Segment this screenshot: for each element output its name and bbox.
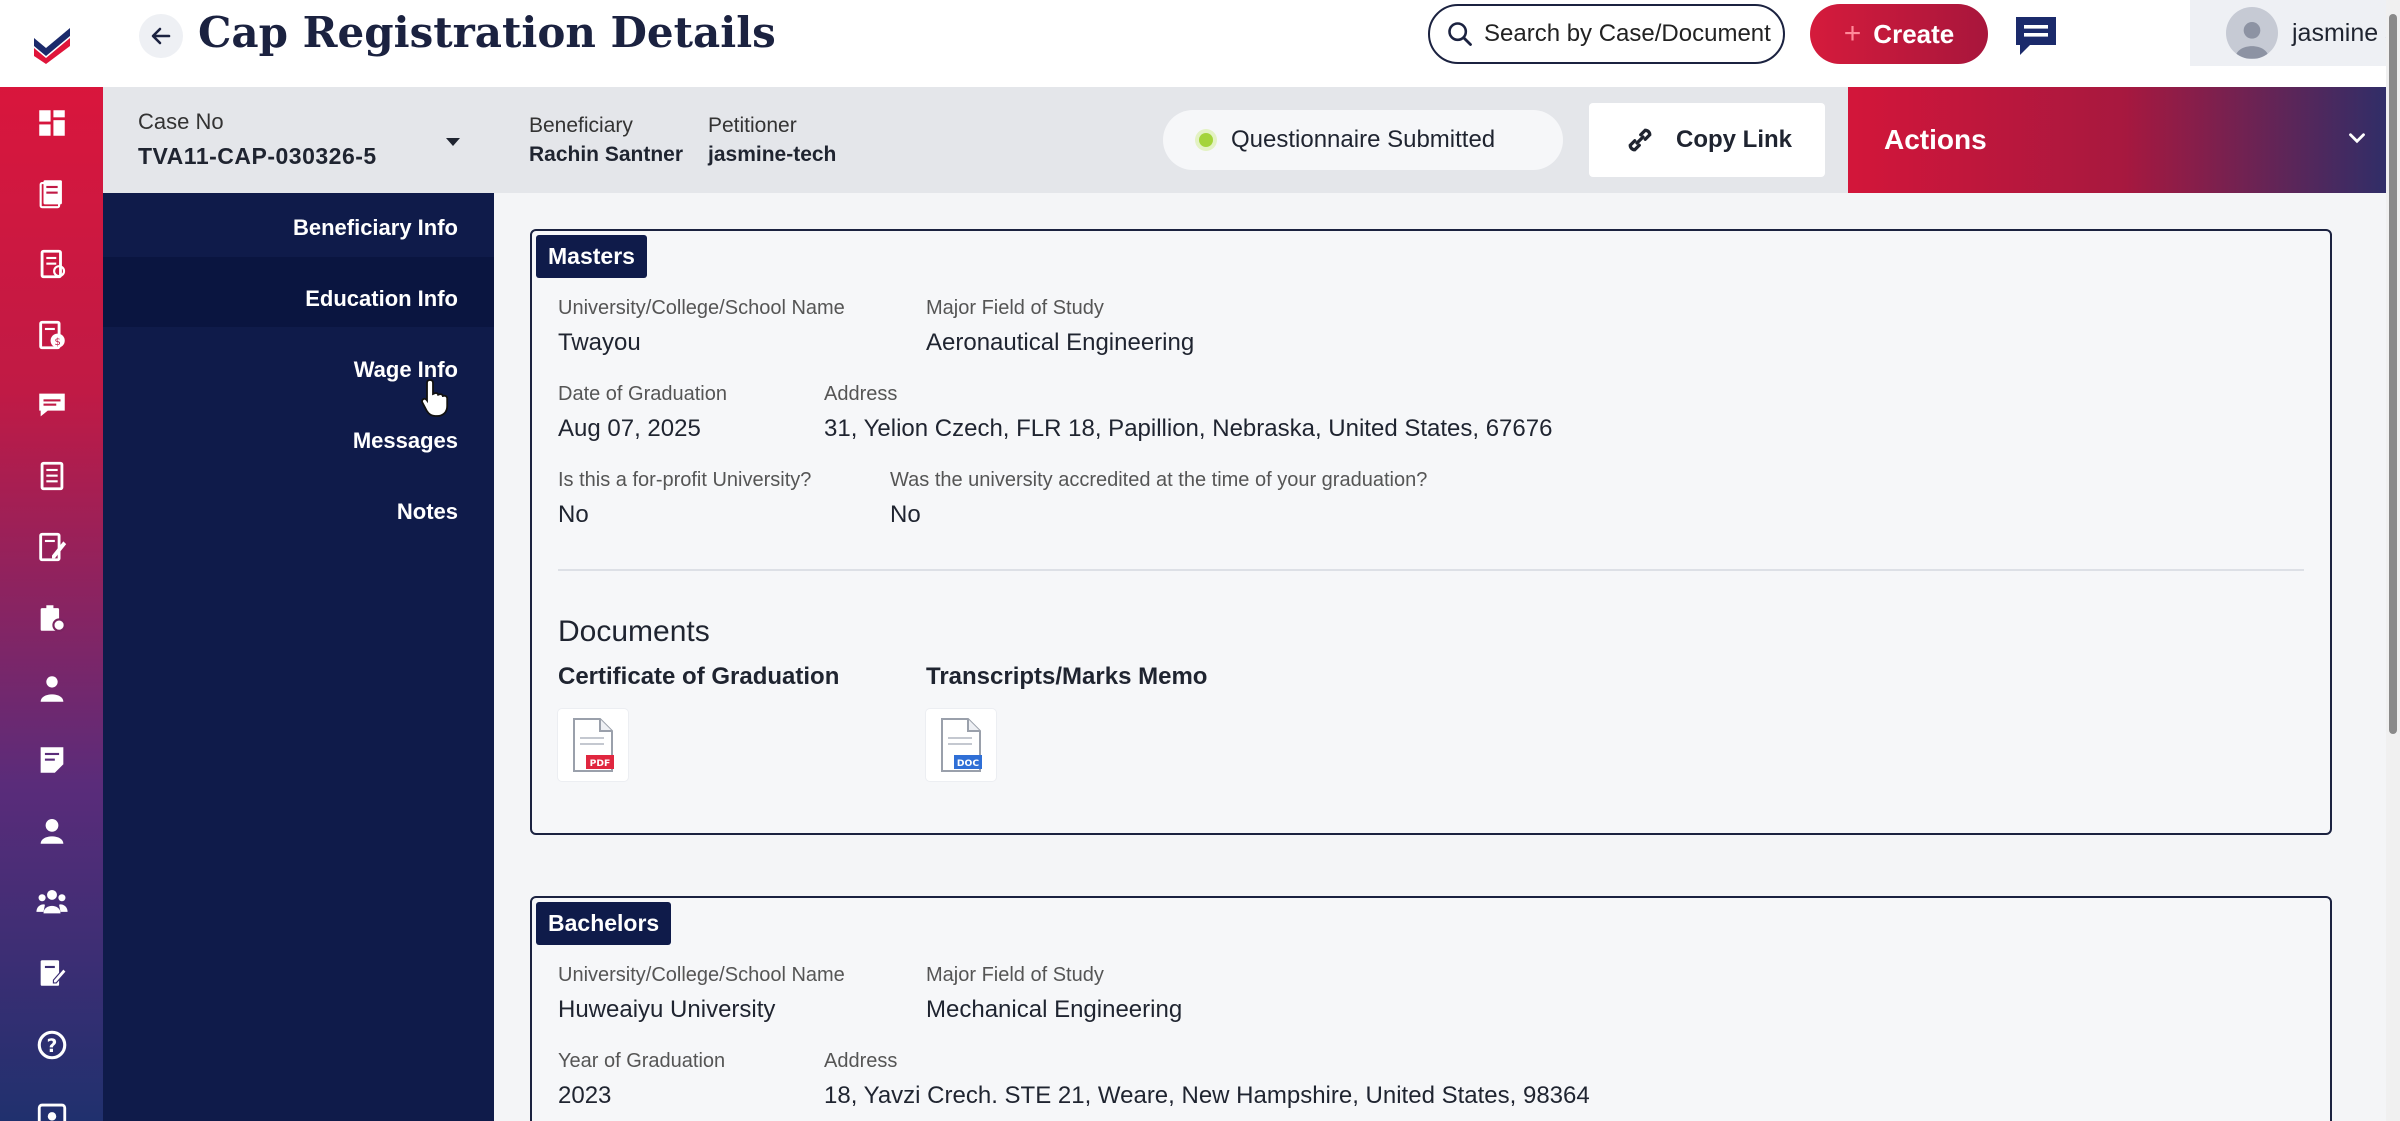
chevron-down-icon	[2349, 133, 2365, 144]
accredited-value: No	[890, 501, 921, 528]
graduation-year-label: Year of Graduation	[558, 1050, 726, 1072]
school-value: Twayou	[558, 329, 641, 356]
section-divider	[558, 569, 2304, 571]
education-card-masters: Masters University/College/School Name T…	[530, 229, 2332, 835]
degree-tag: Bachelors	[536, 902, 672, 945]
petitioner-label: Petitioner	[708, 114, 797, 137]
status-dot-icon	[1199, 133, 1213, 147]
chat-icon[interactable]	[0, 370, 103, 440]
document-name-certificate: Certificate of Graduation	[558, 663, 840, 690]
logo-icon	[33, 27, 70, 64]
address-value: 18, Yavzi Crech. STE 21, Weare, New Hamp…	[824, 1082, 1590, 1109]
school-label: University/College/School Name	[558, 297, 845, 319]
document-pdf-thumbnail[interactable]: PDF	[558, 709, 628, 781]
address-label: Address	[824, 383, 898, 405]
forms-icon[interactable]	[0, 229, 103, 299]
book-icon[interactable]	[0, 441, 103, 511]
pdf-file-icon: PDF	[573, 718, 614, 772]
nav-item-notes[interactable]: Notes	[397, 499, 458, 525]
app-logo[interactable]	[0, 0, 103, 87]
graduation-year-value: 2023	[558, 1082, 612, 1109]
svg-text:$: $	[54, 337, 60, 348]
doc-file-icon: DOC	[941, 718, 982, 772]
svg-text:?: ?	[46, 1036, 57, 1057]
create-button[interactable]: + Create	[1810, 4, 1988, 64]
notes-icon[interactable]	[0, 725, 103, 795]
page-scrollbar[interactable]	[2386, 0, 2400, 1121]
plus-icon: +	[1843, 17, 1862, 50]
education-card-bachelors: Bachelors University/College/School Name…	[530, 896, 2332, 1121]
graduation-date-value: Aug 07, 2025	[558, 415, 701, 442]
document-doc-thumbnail[interactable]: DOC	[926, 709, 996, 781]
documents-title: Documents	[558, 615, 710, 648]
dashboard-icon[interactable]	[0, 88, 103, 158]
school-value: Huweaiyu University	[558, 996, 776, 1023]
copy-link-button[interactable]: Copy Link	[1589, 103, 1825, 177]
graduation-date-label: Date of Graduation	[558, 383, 727, 405]
section-nav: Beneficiary Info Education Info Wage Inf…	[103, 193, 494, 1121]
for-profit-value: No	[558, 501, 589, 528]
user-menu[interactable]: jasmine s	[2190, 0, 2400, 66]
actions-dropdown[interactable]: Actions	[1848, 87, 2400, 193]
settings-icon[interactable]	[0, 1080, 103, 1121]
back-button[interactable]	[139, 14, 183, 58]
svg-text:PDF: PDF	[590, 758, 611, 769]
messages-button[interactable]	[2008, 10, 2064, 60]
case-no-label: Case No	[138, 109, 224, 134]
status-badge: Questionnaire Submitted	[1163, 110, 1563, 170]
accredited-label: Was the university accredited at the tim…	[890, 469, 1428, 491]
school-label: University/College/School Name	[558, 964, 845, 986]
nav-item-education-info[interactable]: Education Info	[305, 286, 458, 312]
case-strip: Case No TVA11-CAP-030326-5 Beneficiary R…	[103, 87, 2400, 193]
search-icon	[1448, 22, 1472, 46]
message-icon	[2016, 17, 2056, 55]
case-icon[interactable]	[0, 583, 103, 653]
help-icon[interactable]: ?	[0, 1010, 103, 1080]
beneficiary-value: Rachin Santner	[529, 143, 684, 166]
search-input[interactable]	[1484, 20, 1774, 48]
team-icon[interactable]	[0, 867, 103, 937]
arrow-left-icon	[151, 27, 171, 45]
address-label: Address	[824, 1050, 898, 1072]
link-icon	[1628, 128, 1652, 152]
major-value: Aeronautical Engineering	[926, 329, 1195, 356]
case-no-value: TVA11-CAP-030326-5	[138, 143, 377, 169]
case-dropdown-button[interactable]	[443, 135, 463, 154]
degree-tag: Masters	[536, 235, 647, 278]
major-label: Major Field of Study	[926, 964, 1104, 986]
copy-link-label: Copy Link	[1675, 126, 1792, 153]
actions-label: Actions	[1884, 124, 1987, 155]
major-value: Mechanical Engineering	[926, 996, 1183, 1023]
search-box[interactable]	[1428, 4, 1785, 64]
address-value: 31, Yelion Czech, FLR 18, Papillion, Neb…	[824, 415, 1553, 442]
nav-item-messages[interactable]: Messages	[353, 428, 458, 454]
svg-text:DOC: DOC	[957, 758, 979, 769]
icon-rail: $ ?	[0, 0, 103, 1121]
user-support-icon[interactable]	[0, 796, 103, 866]
avatar	[2226, 7, 2278, 59]
major-label: Major Field of Study	[926, 297, 1104, 319]
caret-down-icon	[446, 138, 460, 146]
create-label: Create	[1873, 18, 1955, 49]
beneficiary-label: Beneficiary	[529, 114, 633, 137]
mouse-cursor-icon	[420, 378, 450, 423]
documents-icon[interactable]	[0, 158, 103, 228]
for-profit-label: Is this a for-profit University?	[558, 469, 812, 491]
user-name: jasmine s	[2292, 18, 2398, 47]
main-content: Masters University/College/School Name T…	[494, 193, 2386, 1121]
page-title: Cap Registration Details	[198, 8, 776, 57]
billing-icon[interactable]: $	[0, 300, 103, 370]
person-icon[interactable]	[0, 654, 103, 724]
nav-item-beneficiary-info[interactable]: Beneficiary Info	[293, 215, 458, 241]
user-avatar-icon	[2235, 22, 2269, 59]
review-icon[interactable]	[0, 938, 103, 1008]
edit-icon[interactable]	[0, 512, 103, 582]
status-text: Questionnaire Submitted	[1231, 126, 1496, 153]
document-name-transcripts: Transcripts/Marks Memo	[926, 663, 1208, 690]
scrollbar-thumb[interactable]	[2389, 14, 2397, 734]
petitioner-value: jasmine-tech	[708, 143, 837, 166]
top-bar: Cap Registration Details + Create jasmin…	[103, 0, 2400, 87]
